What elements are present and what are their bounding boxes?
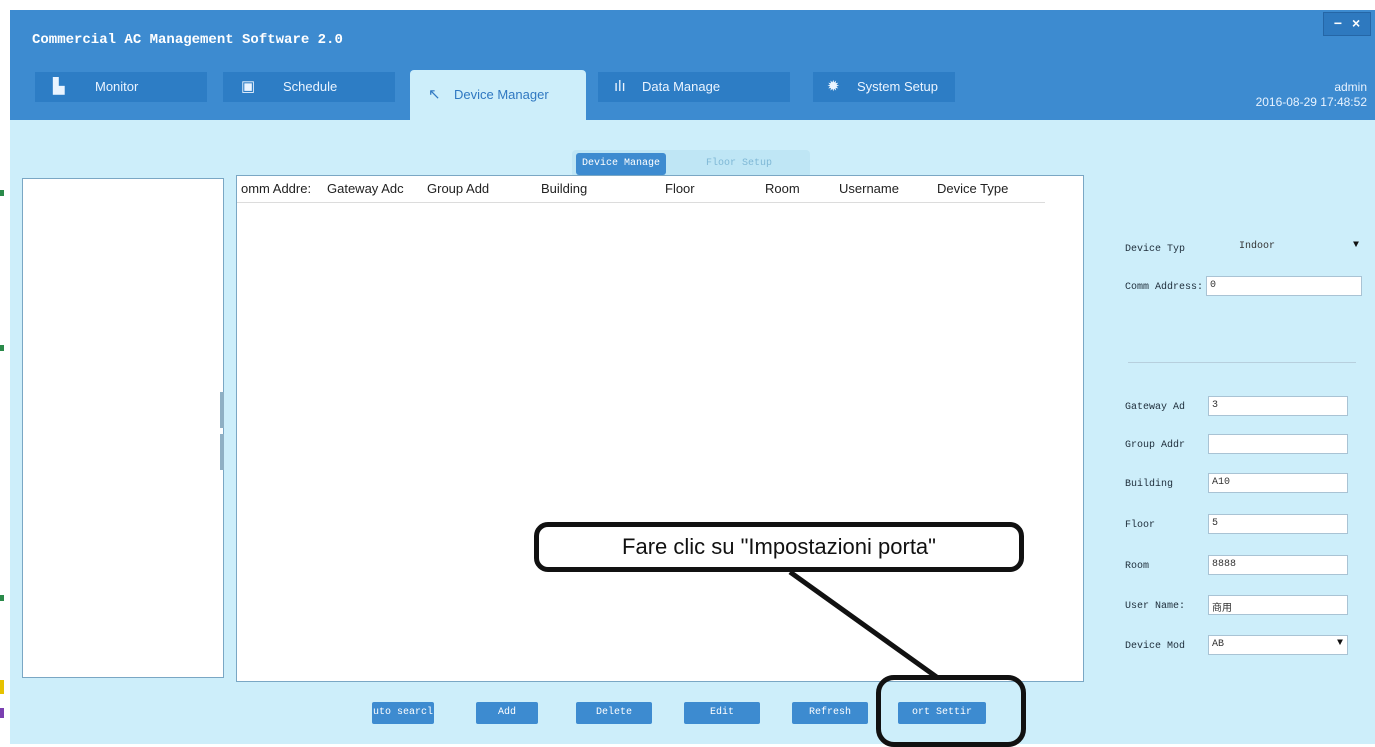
instruction-callout: Fare clic su "Impostazioni porta" xyxy=(534,522,1024,572)
callout-line xyxy=(788,569,940,681)
port-setting-highlight xyxy=(876,675,1026,747)
callout-pointer xyxy=(788,569,940,681)
